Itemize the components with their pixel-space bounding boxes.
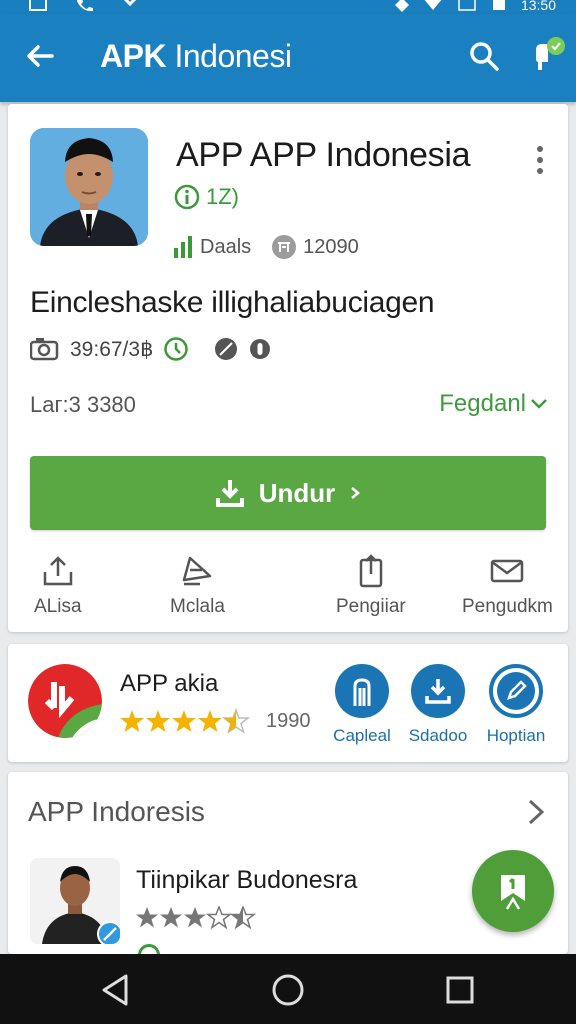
floating-action-button[interactable] — [472, 850, 554, 932]
nav-recents-icon[interactable] — [442, 972, 478, 1008]
chip-sdadoo[interactable]: Sdadoo — [398, 664, 478, 746]
pill-icon — [250, 339, 271, 359]
send-icon — [183, 556, 212, 586]
download-icon — [425, 679, 451, 704]
action-upload[interactable]: Pengiiar — [336, 554, 406, 618]
chevron-right-icon[interactable] — [524, 798, 548, 826]
share-icon — [43, 556, 73, 586]
nav-home-icon[interactable] — [270, 972, 306, 1008]
more-vert-icon[interactable] — [532, 144, 548, 176]
app-icon — [30, 128, 148, 246]
info-text: 39:67/3฿ — [70, 337, 154, 361]
wifi-icon — [424, 0, 442, 10]
meta-item-downloads: Daals — [172, 236, 251, 259]
upload-icon — [359, 554, 383, 588]
nav-back-icon[interactable] — [98, 972, 134, 1008]
meta-item-count: 12090 — [271, 234, 359, 260]
pin-icon — [353, 678, 371, 706]
bar-chart-icon — [174, 236, 192, 258]
chip-hoptian[interactable]: Hoptian — [476, 664, 556, 746]
edit-icon — [507, 680, 527, 700]
app-name: APP APP Indonesia — [176, 136, 471, 174]
gallery-icon — [29, 0, 47, 11]
chevron-down-icon — [531, 399, 547, 409]
bookmark-download-icon — [501, 875, 525, 910]
chevron-right-icon — [351, 487, 361, 499]
rating-row: 1Z) — [174, 184, 239, 210]
related-app-name: APP akia — [120, 670, 219, 697]
install-button[interactable]: Undur — [30, 456, 546, 530]
badge-icon — [272, 235, 297, 259]
status-indicator — [138, 944, 160, 954]
meta-row: Daals 12090 — [172, 234, 379, 260]
download-icon — [215, 480, 244, 507]
more-link[interactable]: Fegdanl — [439, 390, 548, 418]
leaf-icon — [215, 338, 238, 360]
search-icon[interactable] — [468, 40, 500, 72]
app-bar: APK Indonesi — [0, 14, 576, 102]
list-item-image — [30, 858, 120, 944]
chip-capleal[interactable]: Capleal — [322, 664, 402, 746]
action-mail[interactable]: Pengudkm — [462, 554, 553, 618]
app-bar-title: APK Indonesi — [100, 38, 292, 74]
action-row: ALisa Mclala Pengiiar Pengudkm — [8, 554, 568, 624]
camera-icon — [30, 338, 59, 361]
action-send[interactable]: Mclala — [170, 554, 225, 618]
back-arrow-icon[interactable] — [24, 40, 56, 72]
rating-count: 1990 — [266, 710, 311, 732]
list-item-name[interactable]: Tiinpikar Budonesra — [136, 866, 357, 895]
system-nav-bar — [0, 954, 576, 1024]
info-row: 39:67/3฿ — [30, 336, 271, 362]
mail-icon — [491, 559, 524, 583]
cast-icon — [123, 0, 137, 7]
section-title[interactable]: APP Indoresis — [28, 796, 205, 828]
star-rating — [120, 708, 250, 734]
signal-icon — [458, 0, 476, 11]
rating-text: 1Z) — [206, 184, 239, 209]
phone-icon — [77, 0, 93, 12]
list-item-rating — [136, 906, 266, 930]
timer-icon — [164, 337, 189, 361]
status-bar: 13:50 — [0, 0, 576, 14]
person-portrait-image — [30, 128, 148, 246]
install-label: Undur — [258, 477, 336, 508]
info-circle-icon — [174, 184, 200, 210]
size-label: Laг:3 3380 — [30, 392, 136, 417]
action-share[interactable]: ALisa — [34, 554, 82, 618]
app-description: Eincleshaske illighaliabuciagen — [30, 286, 435, 319]
related-app-icon — [28, 664, 102, 738]
app-detail-card: APP APP Indonesia 1Z) Daals 12090 Eincle… — [8, 104, 568, 632]
stars-icon — [120, 709, 249, 733]
location-icon — [394, 0, 409, 12]
stars-icon — [136, 906, 255, 929]
related-app-card[interactable]: APP akia 1990 Capleal Sdadoo Hoptian — [8, 644, 568, 762]
clock: 13:50 — [520, 0, 556, 13]
battery-icon — [492, 0, 505, 10]
notification-check-icon[interactable] — [526, 36, 566, 76]
